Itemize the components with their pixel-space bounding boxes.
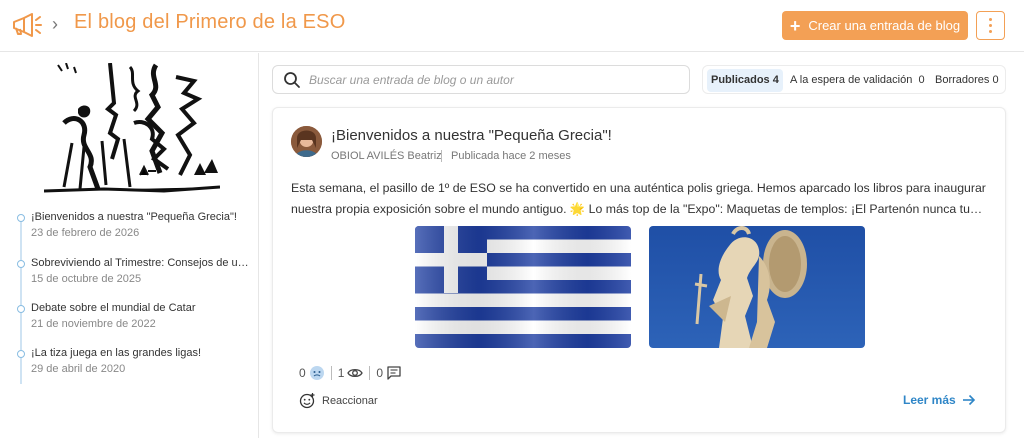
greek-flag-image[interactable] xyxy=(415,226,631,348)
meta-separator xyxy=(441,150,442,162)
timeline-dot xyxy=(17,350,25,358)
search-icon xyxy=(284,72,300,88)
search-input[interactable] xyxy=(309,70,679,90)
tab-label: Borradores xyxy=(935,74,990,86)
app-header: › El blog del Primero de la ESO + Crear … xyxy=(0,0,1024,52)
timeline-line xyxy=(20,216,22,384)
comment-icon[interactable] xyxy=(386,365,402,381)
timeline-dot xyxy=(17,260,25,268)
arrow-right-icon xyxy=(962,394,975,406)
sidebar-entry-title[interactable]: Debate sobre el mundial de Catar xyxy=(31,302,253,314)
more-options-button[interactable] xyxy=(976,11,1005,40)
create-blog-entry-label: Crear una entrada de blog xyxy=(808,18,961,33)
search-box xyxy=(272,65,690,94)
plus-icon: + xyxy=(789,15,801,36)
react-button[interactable]: Reaccionar xyxy=(299,392,378,409)
smiley-add-icon xyxy=(299,393,315,409)
read-more-label: Leer más xyxy=(903,393,956,407)
tab-label: Publicados xyxy=(711,74,770,86)
sidebar-entry-date: 29 de abril de 2020 xyxy=(31,363,126,375)
tab-pending-validation[interactable]: A la espera de validación 0 xyxy=(790,69,925,92)
chevron-right-icon: › xyxy=(52,14,58,34)
post-author: OBIOL AVILÉS Beatriz xyxy=(331,150,442,162)
sidebar-entry-date: 23 de febrero de 2026 xyxy=(31,227,140,239)
megaphone-icon[interactable] xyxy=(10,12,44,38)
excerpt-line: Esta semana, el pasillo de 1º de ESO se … xyxy=(291,181,986,195)
status-tabs: Publicados 4 A la espera de validación 0… xyxy=(702,65,1006,94)
sidebar-entry-date: 15 de octubre de 2025 xyxy=(31,273,142,285)
read-more-link[interactable]: Leer más xyxy=(903,393,976,407)
tab-count: 0 xyxy=(992,74,999,86)
reaction-emoji-icon xyxy=(309,366,324,380)
reactions-count: 0 xyxy=(299,366,306,380)
sidebar-entry-title[interactable]: ¡Bienvenidos a nuestra "Pequeña Grecia"! xyxy=(31,211,253,223)
sidebar-entry-title[interactable]: Sobreviviendo al Trimestre: Consejos de … xyxy=(31,257,253,269)
more-vertical-icon xyxy=(989,18,992,21)
tab-drafts[interactable]: Borradores 0 xyxy=(935,69,999,92)
stat-separator xyxy=(369,366,371,380)
views-count: 1 xyxy=(337,366,345,380)
athena-statue-image[interactable] xyxy=(649,226,865,348)
post-excerpt: Esta semana, el pasillo de 1º de ESO se … xyxy=(291,178,987,220)
tab-count: 4 xyxy=(772,74,779,86)
post-card: ¡Bienvenidos a nuestra "Pequeña Grecia"!… xyxy=(272,107,1006,433)
blog-cover-illustration xyxy=(44,63,220,197)
create-blog-entry-button[interactable]: + Crear una entrada de blog xyxy=(782,11,968,40)
post-stats: 0 1 0 xyxy=(299,364,402,382)
eye-icon xyxy=(347,368,364,378)
stat-separator xyxy=(330,366,332,380)
sidebar-entry-title[interactable]: ¡La tiza juega en las grandes ligas! xyxy=(31,347,253,359)
post-date: Publicada hace 2 meses xyxy=(451,150,571,162)
page-title: El blog del Primero de la ESO xyxy=(74,11,346,33)
tab-count: 0 xyxy=(918,74,925,86)
timeline-dot xyxy=(17,305,25,313)
sidebar-entry-date: 21 de noviembre de 2022 xyxy=(31,318,156,330)
tab-publicados[interactable]: Publicados 4 xyxy=(707,69,783,92)
post-title[interactable]: ¡Bienvenidos a nuestra "Pequeña Grecia"! xyxy=(331,127,612,144)
react-label: Reaccionar xyxy=(322,394,378,407)
comments-count: 0 xyxy=(376,366,384,380)
sidebar: ¡Bienvenidos a nuestra "Pequeña Grecia"!… xyxy=(0,53,259,438)
timeline-dot xyxy=(17,214,25,222)
excerpt-line: nuestra propia exposición sobre el mundo… xyxy=(291,202,987,216)
tab-label: A la espera de validación xyxy=(790,74,913,86)
avatar xyxy=(291,126,322,157)
